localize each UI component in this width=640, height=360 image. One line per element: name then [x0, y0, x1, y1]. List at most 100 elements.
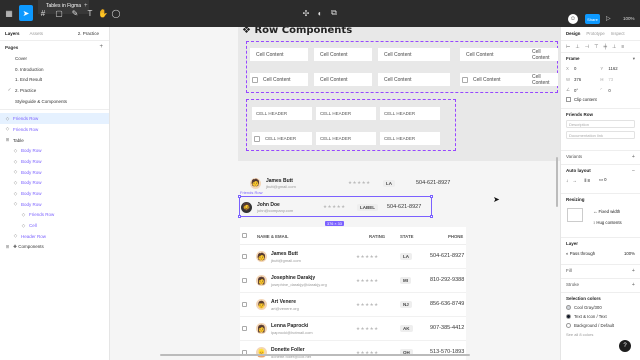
- component-tool-icon[interactable]: ✣: [300, 7, 312, 19]
- add-fill-icon[interactable]: +: [632, 268, 635, 274]
- y-field[interactable]: Y 1162: [600, 64, 633, 72]
- align-middle-icon[interactable]: ╪: [603, 44, 607, 50]
- friends-row-selected[interactable]: 🧔 John Doe john@company.com ★★★★★ LABEL …: [241, 199, 431, 215]
- vertical-scrollbar[interactable]: [556, 157, 558, 207]
- hug-contents-select[interactable]: ↕ Hug contents: [593, 220, 622, 225]
- resize-handle[interactable]: [430, 215, 433, 218]
- cell-header[interactable]: CELL HEADER: [316, 132, 376, 145]
- description-input[interactable]: Description: [566, 120, 635, 128]
- layer-item[interactable]: ◇ Body Row: [0, 199, 109, 210]
- table-row[interactable]: 👨 Art Venere art@venere.org ★★★★★ NJ 856-636-…: [240, 293, 466, 317]
- remove-auto-layout-icon[interactable]: −: [632, 168, 635, 174]
- pen-tool-icon[interactable]: ✎: [69, 7, 81, 19]
- comment-tool-icon[interactable]: ◯: [110, 7, 122, 19]
- resize-handle[interactable]: [430, 195, 433, 198]
- boolean-tool-icon[interactable]: ⧉: [328, 7, 340, 19]
- documentation-link-input[interactable]: Documentation link: [566, 131, 635, 139]
- selection-color-item[interactable]: Text & Icon / Text: [566, 314, 635, 319]
- color-swatch[interactable]: [566, 305, 571, 310]
- padding-field[interactable]: ▭ 0: [599, 177, 607, 183]
- cell-content[interactable]: Cell Content: [314, 73, 372, 86]
- cell-header[interactable]: CELL HEADER: [380, 107, 440, 120]
- page-item[interactable]: 0. Introduction: [0, 64, 109, 75]
- shape-tool-icon[interactable]: ▢: [53, 7, 65, 19]
- header-state[interactable]: STATE: [400, 234, 413, 239]
- direction-down-icon[interactable]: ↓: [566, 178, 568, 183]
- resize-handle[interactable]: [238, 215, 241, 218]
- layer-item[interactable]: ◇ Body Row: [0, 188, 109, 199]
- layer-item[interactable]: ◇ Cell: [0, 220, 109, 231]
- cell-content[interactable]: Cell Content: [530, 73, 558, 86]
- layer-item[interactable]: ◇ Header Row: [0, 231, 109, 242]
- cell-content[interactable]: Cell Content: [378, 48, 450, 61]
- layer-item[interactable]: ⊞ Table: [0, 135, 109, 146]
- rotation-field[interactable]: ∠ 0°: [566, 86, 599, 94]
- mask-tool-icon[interactable]: ◐: [314, 7, 326, 19]
- add-page-icon[interactable]: +: [99, 44, 103, 50]
- page-item[interactable]: Cover: [0, 53, 109, 64]
- row-checkbox[interactable]: [242, 278, 247, 283]
- page-item[interactable]: Styleguide & Components: [0, 96, 109, 107]
- cell-content[interactable]: Cell Content: [460, 48, 532, 61]
- move-tool-icon[interactable]: ➤: [19, 5, 33, 21]
- layer-item[interactable]: ◇ Body Row: [0, 178, 109, 189]
- horizontal-scrollbar[interactable]: [160, 354, 470, 356]
- layer-item[interactable]: ◇ Friends Row: [0, 113, 109, 125]
- layer-item[interactable]: ◇ Friends Row: [0, 124, 109, 135]
- selection-color-item[interactable]: Cool Gray/300: [566, 305, 635, 310]
- row-checkbox[interactable]: [242, 302, 247, 307]
- layer-item[interactable]: ◇ Body Row: [0, 156, 109, 167]
- cell-header[interactable]: CELL HEADER: [380, 132, 440, 145]
- cell-content[interactable]: Cell Content: [314, 48, 372, 61]
- table-row[interactable]: 👱 Donette Foller donette.foller@cox.net ★★★…: [240, 341, 466, 360]
- cell-header[interactable]: CELL HEADER: [316, 107, 376, 120]
- clip-content-toggle[interactable]: Clip content: [566, 97, 635, 102]
- layer-item[interactable]: ◇ Friends Row: [0, 210, 109, 221]
- hand-tool-icon[interactable]: ✋: [97, 7, 109, 19]
- selection-color-item[interactable]: Background / Default: [566, 323, 635, 328]
- cell-content-checkbox[interactable]: Cell Content: [250, 73, 308, 86]
- direction-right-icon[interactable]: →: [572, 178, 576, 183]
- cell-content[interactable]: Cell Content: [530, 48, 558, 61]
- color-swatch[interactable]: [566, 314, 571, 319]
- tab-design[interactable]: Design: [566, 31, 580, 36]
- present-icon[interactable]: ▷: [606, 15, 611, 22]
- layer-item[interactable]: ◇ Body Row: [0, 146, 109, 157]
- page-selector[interactable]: 2. Practice: [78, 31, 99, 36]
- see-all-colors-link[interactable]: See all 8 colors: [566, 332, 635, 337]
- opacity-field[interactable]: 100%: [624, 251, 635, 256]
- table-row[interactable]: 👩 Josephine Darakjy josephine_darakjy@dara…: [240, 269, 466, 293]
- align-bottom-icon[interactable]: ⊥: [612, 44, 616, 50]
- blend-mode-select[interactable]: ◐ Pass through: [566, 251, 595, 256]
- layer-item[interactable]: ⊞ ❖ Components: [0, 242, 109, 253]
- add-variant-icon[interactable]: +: [632, 154, 635, 160]
- frame-dropdown-icon[interactable]: ▾: [633, 56, 635, 62]
- table[interactable]: NAME & EMAIL RATING STATE PHONE 🧑 James B…: [240, 227, 466, 360]
- fixed-width-select[interactable]: ↔ Fixed width: [593, 209, 620, 214]
- table-row[interactable]: 👩 Lenna Paprocki lpaprocki@hotmail.com ★★★★…: [240, 317, 466, 341]
- page-item[interactable]: 1. End Result: [0, 74, 109, 85]
- align-center-icon[interactable]: ⊥: [575, 44, 579, 50]
- text-tool-icon[interactable]: T: [84, 7, 96, 19]
- cell-content[interactable]: Cell Content: [250, 48, 308, 61]
- figma-menu-icon[interactable]: ▦: [3, 7, 15, 19]
- zoom-level[interactable]: 100%: [623, 16, 635, 21]
- help-button[interactable]: ?: [619, 340, 631, 352]
- color-swatch[interactable]: [566, 323, 571, 328]
- row-checkbox[interactable]: [242, 326, 247, 331]
- header-name-email[interactable]: NAME & EMAIL: [257, 234, 289, 239]
- row-checkbox[interactable]: [242, 254, 247, 259]
- align-left-icon[interactable]: ⊢: [566, 44, 570, 50]
- share-button[interactable]: Share: [585, 14, 600, 24]
- page-item[interactable]: ✓ 2. Practice: [0, 85, 109, 96]
- layer-item[interactable]: ◇ Body Row: [0, 167, 109, 178]
- add-stroke-icon[interactable]: +: [632, 282, 635, 288]
- tab-prototype[interactable]: Prototype: [586, 31, 604, 36]
- radius-field[interactable]: ◜ 0: [600, 86, 633, 94]
- resize-handle[interactable]: [238, 195, 241, 198]
- align-right-icon[interactable]: ⊣: [585, 44, 589, 50]
- cell-header-checkbox[interactable]: CELL HEADER: [252, 132, 312, 145]
- header-phone[interactable]: PHONE: [448, 234, 463, 239]
- cell-content[interactable]: Cell Content: [378, 73, 450, 86]
- header-rating[interactable]: RATING: [369, 234, 385, 239]
